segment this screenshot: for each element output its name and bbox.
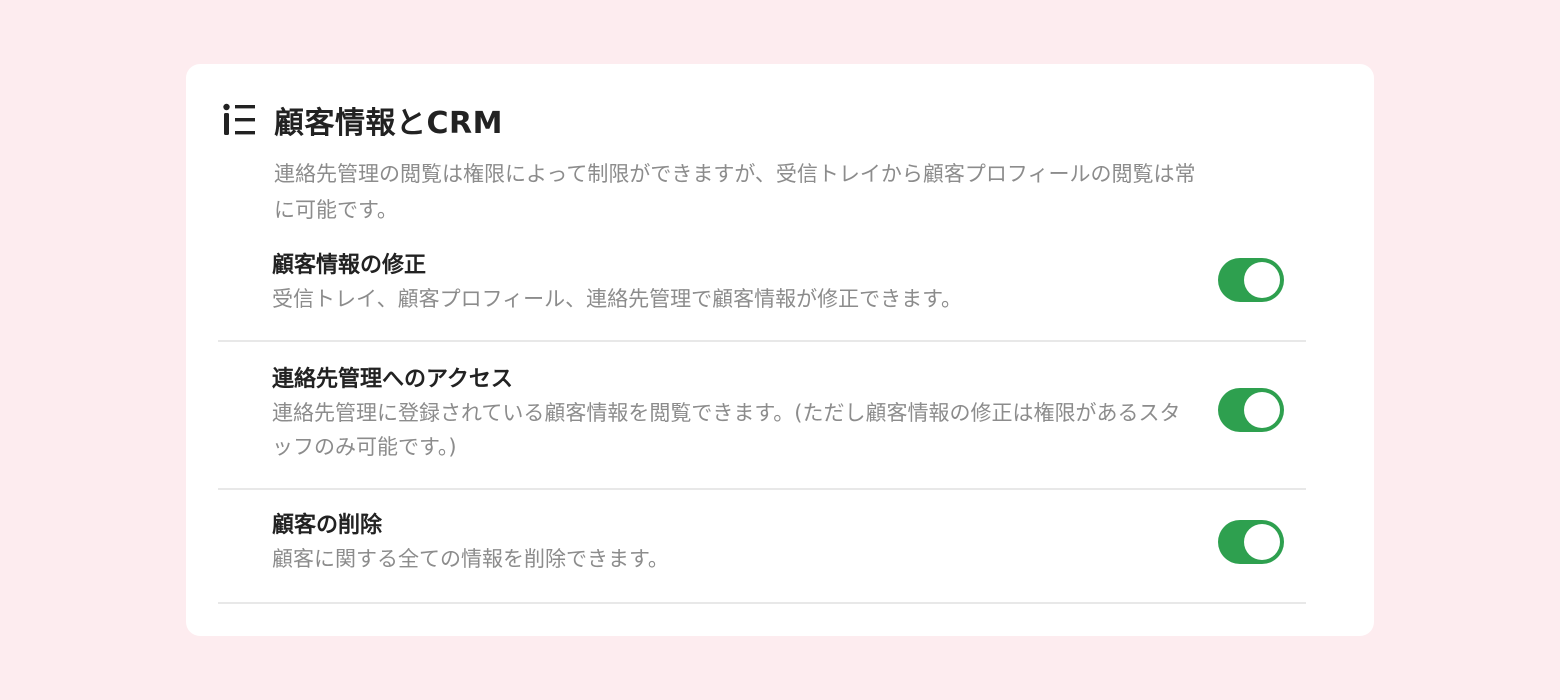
setting-title: 顧客の削除 (272, 513, 383, 538)
setting-row-contact-access: 連絡先管理へのアクセス 連絡先管理に登録されている顧客情報を閲覧できます。(ただ… (218, 342, 1306, 490)
toggle-knob (1244, 392, 1280, 428)
setting-description: 顧客に関する全ての情報を削除できます。 (272, 547, 669, 571)
setting-title: 連絡先管理へのアクセス (272, 367, 513, 392)
contact-access-toggle[interactable] (1218, 388, 1284, 432)
setting-title: 顧客情報の修正 (272, 253, 427, 278)
setting-row-edit-customer: 顧客情報の修正 受信トレイ、顧客プロフィール、連絡先管理で顧客情報が修正できます… (218, 236, 1306, 342)
setting-text: 顧客情報の修正 受信トレイ、顧客プロフィール、連絡先管理で顧客情報が修正できます… (272, 250, 1184, 316)
setting-text: 顧客の削除 顧客に関する全ての情報を削除できます。 (272, 510, 1184, 576)
setting-text: 連絡先管理へのアクセス 連絡先管理に登録されている顧客情報を閲覧できます。(ただ… (272, 364, 1184, 464)
permissions-card: 顧客情報とCRM 連絡先管理の閲覧は権限によって制限ができますが、受信トレイから… (186, 64, 1374, 636)
setting-row-delete-customer: 顧客の削除 顧客に関する全ての情報を削除できます。 (218, 490, 1306, 604)
info-list-icon (222, 102, 256, 138)
section-header: 顧客情報とCRM (222, 98, 503, 142)
delete-customer-toggle[interactable] (1218, 520, 1284, 564)
section-title: 顧客情報とCRM (274, 106, 503, 141)
settings-list: 顧客情報の修正 受信トレイ、顧客プロフィール、連絡先管理で顧客情報が修正できます… (218, 236, 1306, 604)
setting-description: 受信トレイ、顧客プロフィール、連絡先管理で顧客情報が修正できます。 (272, 287, 963, 311)
edit-customer-toggle[interactable] (1218, 258, 1284, 302)
toggle-knob (1244, 524, 1280, 560)
setting-description: 連絡先管理に登録されている顧客情報を閲覧できます。(ただし顧客情報の修正は権限が… (272, 401, 1181, 459)
toggle-knob (1244, 262, 1280, 298)
section-description: 連絡先管理の閲覧は権限によって制限ができますが、受信トレイから顧客プロフィールの… (274, 162, 1196, 222)
